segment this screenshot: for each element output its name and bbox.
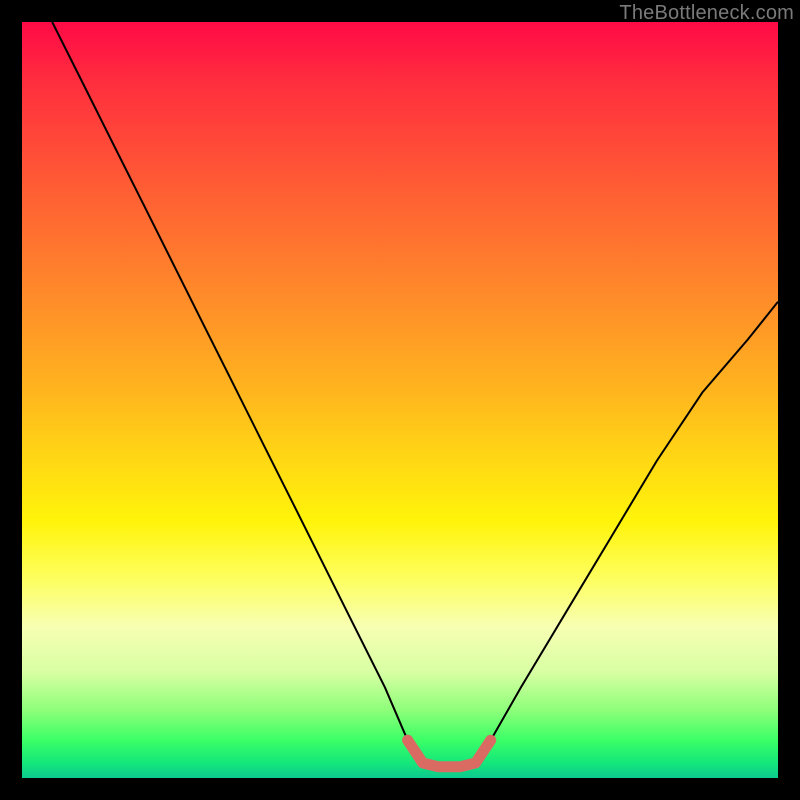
watermark-text: TheBottleneck.com (619, 2, 794, 25)
chart-plot-area (22, 22, 778, 778)
chart-svg (22, 22, 778, 778)
optimal-band (408, 740, 491, 767)
bottleneck-curve (52, 22, 778, 767)
curve-layer (52, 22, 778, 767)
chart-frame: TheBottleneck.com (0, 0, 800, 800)
